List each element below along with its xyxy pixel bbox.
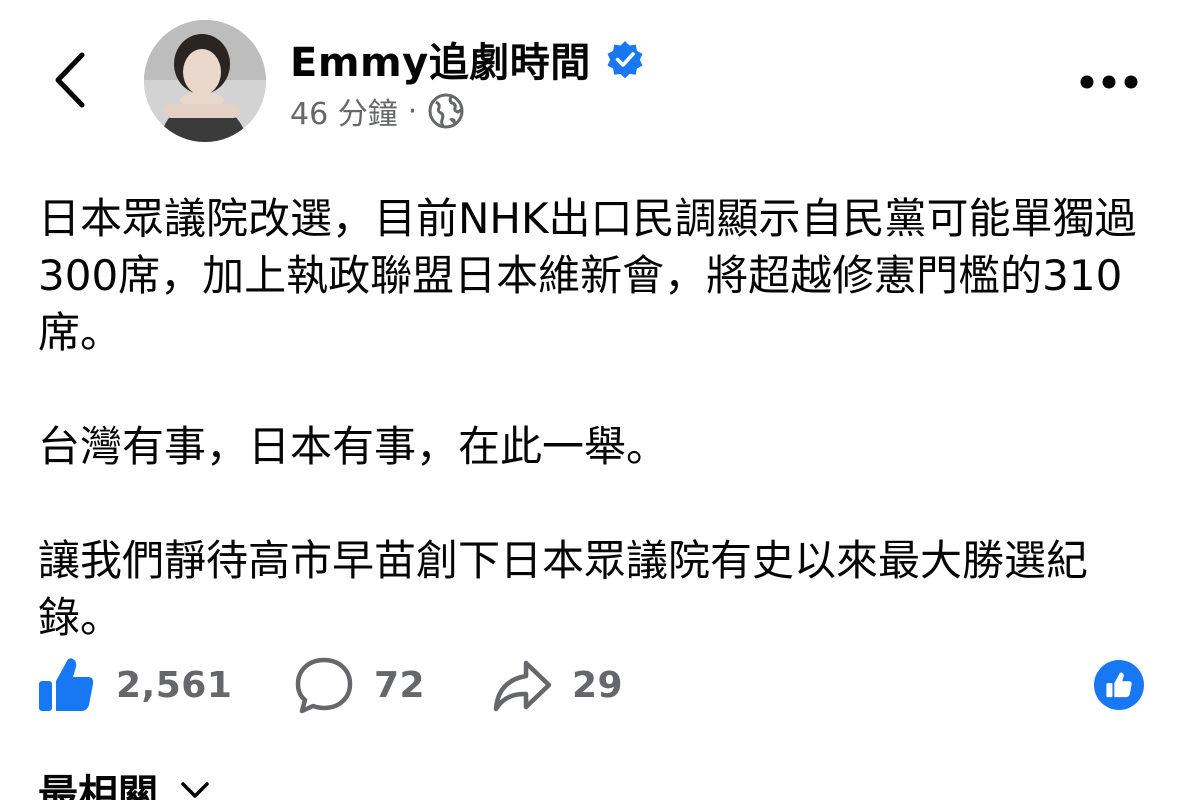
comment-button[interactable]: 72 (294, 652, 425, 718)
like-count[interactable]: 2,561 (116, 665, 232, 706)
post-paragraph: 日本眾議院改選，目前NHK出口民調顯示自民黨可能單獨過300席，加上執政聯盟日本… (38, 194, 1137, 357)
post-page: Emmy追劇時間 46 分鐘 · 日本眾議院改選，目前NHK出口民調顯示自民黨可… (0, 0, 1179, 800)
meta-separator: · (407, 93, 418, 129)
reaction-summary-like-icon[interactable] (1094, 660, 1144, 710)
back-button[interactable] (40, 44, 100, 116)
more-horizontal-icon (1080, 75, 1138, 89)
chevron-down-icon (181, 782, 209, 798)
comment-sort-dropdown[interactable]: 最相關 (38, 766, 210, 800)
timestamp[interactable]: 46 分鐘 (290, 89, 398, 133)
comment-bubble-icon (295, 657, 353, 714)
like-button[interactable]: 2,561 (36, 652, 232, 718)
post-paragraph: 讓我們靜待高市早苗創下日本眾議院有史以來最大勝選紀錄。 (38, 536, 1089, 642)
share-button[interactable]: 29 (492, 652, 623, 718)
thumbs-up-icon (39, 658, 94, 711)
share-count[interactable]: 29 (572, 665, 623, 706)
verified-badge-icon (605, 39, 645, 79)
author-name[interactable]: Emmy追劇時間 (290, 30, 591, 88)
chevron-left-icon (55, 52, 85, 108)
post-meta: 46 分鐘 · (290, 88, 465, 134)
sort-label: 最相關 (38, 772, 158, 800)
globe-icon[interactable] (427, 92, 465, 130)
more-options-button[interactable] (1078, 62, 1140, 102)
share-arrow-icon (493, 660, 552, 712)
post-paragraph: 台灣有事，日本有事，在此一舉。 (38, 422, 669, 471)
author-row: Emmy追劇時間 (290, 30, 645, 88)
reaction-bar: 2,561 72 29 (36, 652, 1146, 718)
avatar[interactable] (144, 20, 266, 142)
post-text: 日本眾議院改選，目前NHK出口民調顯示自民黨可能單獨過300席，加上執政聯盟日本… (38, 190, 1148, 646)
comment-count[interactable]: 72 (374, 665, 425, 706)
